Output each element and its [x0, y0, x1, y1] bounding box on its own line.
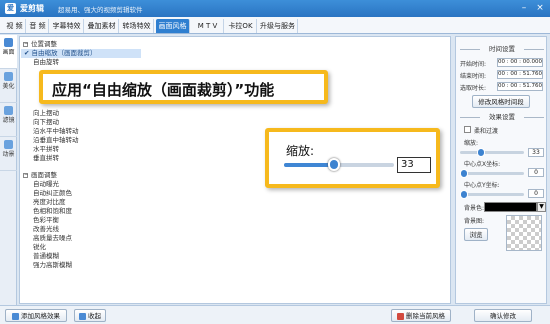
- list-item[interactable]: 色相和饱和度: [33, 207, 72, 216]
- check-icon: ✔: [24, 49, 30, 57]
- callout-zoom-label: 缩放:: [286, 144, 315, 158]
- background-image-label: 背景图:: [464, 218, 485, 225]
- tab-mtv[interactable]: M T V: [192, 19, 224, 33]
- center-x-input[interactable]: 0: [528, 168, 544, 177]
- side-tab-beautify[interactable]: 美化: [0, 69, 17, 103]
- list-item-free-zoom[interactable]: ✔ 自由缩放（画面裁剪）: [21, 49, 141, 58]
- list-item[interactable]: 自由旋转: [33, 58, 59, 67]
- zoom-slider[interactable]: [460, 148, 524, 157]
- list-item[interactable]: 向上摆动: [33, 109, 59, 118]
- picture-icon: [4, 38, 13, 47]
- start-time-label: 开始时间:: [460, 61, 487, 68]
- main-menu-bar: 视 频 音 频 字幕特效 叠加素材 转场特效 画面风格 M T V 卡拉OK 升…: [0, 17, 550, 34]
- close-button[interactable]: ×: [533, 2, 547, 15]
- add-style-effect-button[interactable]: 添加风格效果: [5, 309, 67, 322]
- center-y-input[interactable]: 0: [528, 189, 544, 198]
- callout-zoom-value[interactable]: 33: [397, 157, 431, 173]
- tab-audio[interactable]: 音 频: [27, 19, 49, 33]
- list-item[interactable]: 亮度对比度: [33, 198, 66, 207]
- feature-callout: 应用“自由缩放（画面裁剪）”功能: [39, 70, 328, 104]
- list-item[interactable]: 强力高斯模糊: [33, 261, 72, 270]
- collapse-icon: [79, 312, 86, 320]
- list-item[interactable]: 沿垂直中轴转动: [33, 136, 79, 145]
- center-y-slider[interactable]: [460, 190, 524, 199]
- title-bar: 爱 爱剪辑 超易用、强大的视频剪辑软件 – ×: [0, 0, 550, 17]
- list-item[interactable]: 自动纠正颜色: [33, 189, 72, 198]
- background-color-picker[interactable]: [484, 202, 537, 212]
- list-item[interactable]: 水平拼转: [33, 145, 59, 154]
- callout-title: 应用“自由缩放（画面裁剪）”功能: [52, 81, 275, 99]
- soft-transition-label: 柔和过渡: [474, 128, 499, 135]
- browse-button[interactable]: 浏览: [464, 228, 488, 241]
- list-item[interactable]: 高质量去噪点: [33, 234, 72, 243]
- beautify-icon: [4, 72, 13, 81]
- list-item[interactable]: 普通模糊: [33, 252, 59, 261]
- collapse-toggle-icon[interactable]: −: [23, 172, 28, 178]
- filter-icon: [4, 106, 13, 115]
- side-tab-filter[interactable]: 滤镜: [0, 103, 17, 137]
- zoom-label: 缩放:: [464, 140, 479, 147]
- list-item[interactable]: 锐化: [33, 243, 46, 252]
- tab-subtitle-effects[interactable]: 字幕特效: [50, 19, 84, 33]
- app-slogan: 超易用、强大的视频剪辑软件: [58, 6, 143, 14]
- center-x-slider-handle[interactable]: [460, 169, 468, 178]
- list-item[interactable]: 沿水平中轴转动: [33, 127, 79, 136]
- effect-settings-title: 效果设置: [460, 113, 544, 122]
- dropdown-arrow-icon[interactable]: ▼: [537, 202, 546, 212]
- center-y-label: 中心点Y坐标:: [464, 182, 500, 189]
- zoom-callout: 缩放: 33: [265, 128, 440, 188]
- duration-label: 选取时长:: [460, 85, 487, 92]
- background-image-preview: [506, 215, 542, 251]
- background-color-label: 背景色:: [464, 205, 485, 212]
- settings-panel: 时间设置 开始时间: 00 : 00 : 00.000 结束时间: 00 : 0…: [455, 36, 547, 304]
- side-tab-picture[interactable]: 画面: [0, 35, 17, 69]
- list-item[interactable]: 向下摆动: [33, 118, 59, 127]
- list-item[interactable]: 色彩平衡: [33, 216, 59, 225]
- add-effect-icon: [12, 312, 19, 320]
- app-name: 爱剪辑: [20, 4, 44, 13]
- callout-zoom-slider-handle[interactable]: [327, 158, 340, 171]
- start-time-input[interactable]: 00 : 00 : 00.000: [497, 58, 543, 67]
- tab-transition-effects[interactable]: 转场特效: [120, 19, 154, 33]
- center-x-slider[interactable]: [460, 169, 524, 178]
- callout-zoom-slider-fill: [284, 163, 334, 167]
- list-item[interactable]: 自动曝光: [33, 180, 59, 189]
- center-y-slider-handle[interactable]: [460, 190, 468, 199]
- tab-overlay-material[interactable]: 叠加素材: [85, 19, 119, 33]
- motion-icon: [4, 140, 13, 149]
- zoom-slider-handle[interactable]: [477, 148, 486, 157]
- collapse-button[interactable]: 收起: [74, 309, 106, 322]
- duration-input[interactable]: 00 : 00 : 51.760: [497, 82, 543, 91]
- tab-video[interactable]: 视 频: [4, 19, 26, 33]
- category-sidebar: 画面 美化 滤镜 动景: [0, 35, 17, 305]
- group-position-adjust[interactable]: − 位置调整: [20, 40, 57, 49]
- tab-picture-style[interactable]: 画面风格: [156, 19, 190, 33]
- list-item[interactable]: 垂直拼转: [33, 154, 59, 163]
- delete-icon: [397, 312, 404, 320]
- end-time-label: 结束时间:: [460, 73, 487, 80]
- zoom-value-input[interactable]: 33: [528, 148, 544, 157]
- delete-current-style-button[interactable]: 删除当前风格: [391, 309, 451, 322]
- list-item[interactable]: 改善光线: [33, 225, 59, 234]
- center-x-label: 中心点X坐标:: [464, 161, 501, 168]
- modify-style-time-button[interactable]: 修改风格时间段: [472, 95, 530, 108]
- confirm-modify-button[interactable]: 确认修改: [474, 309, 532, 322]
- tab-karaoke[interactable]: 卡拉OK: [225, 19, 257, 33]
- time-settings-title: 时间设置: [460, 45, 544, 54]
- callout-zoom-slider[interactable]: [284, 158, 394, 171]
- app-logo-icon: 爱: [5, 3, 16, 14]
- end-time-input[interactable]: 00 : 00 : 51.760: [497, 70, 543, 79]
- minimize-button[interactable]: –: [517, 2, 531, 15]
- bottom-toolbar: 添加风格效果 收起 删除当前风格 确认修改: [0, 305, 550, 324]
- soft-transition-checkbox[interactable]: [464, 126, 471, 133]
- group-picture-adjust[interactable]: − 画面调整: [20, 171, 57, 180]
- side-tab-motion[interactable]: 动景: [0, 137, 17, 171]
- tab-upgrade-service[interactable]: 升级与服务: [258, 19, 298, 33]
- collapse-toggle-icon[interactable]: −: [23, 41, 28, 47]
